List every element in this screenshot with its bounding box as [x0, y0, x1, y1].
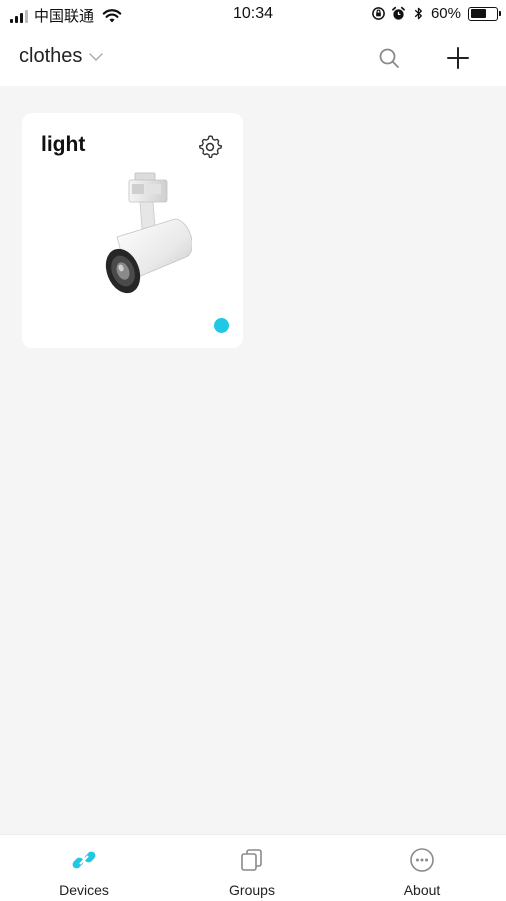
plus-icon	[447, 47, 469, 69]
battery-fill	[470, 9, 486, 18]
status-bar-right: 60%	[371, 5, 501, 22]
device-name: light	[41, 133, 86, 156]
device-card[interactable]: light	[22, 113, 243, 348]
alarm-icon	[392, 6, 405, 20]
search-button[interactable]	[374, 43, 404, 73]
device-list: light	[0, 86, 506, 834]
tab-about[interactable]: About	[362, 835, 482, 901]
orientation-lock-icon	[372, 7, 385, 20]
status-bar: 中国联通 10:34 60%	[0, 0, 506, 30]
bluetooth-icon	[414, 7, 422, 20]
bottom-tab-bar: Devices Groups About	[0, 834, 506, 900]
add-device-button[interactable]	[443, 43, 473, 73]
online-status-dot	[214, 318, 229, 333]
more-icon	[408, 846, 436, 874]
tab-about-label: About	[403, 882, 441, 898]
device-image	[105, 172, 192, 294]
home-selector[interactable]: clothes	[19, 45, 104, 68]
link-icon	[70, 846, 98, 874]
home-name: clothes	[19, 45, 83, 67]
tab-groups-label: Groups	[229, 882, 275, 898]
battery-percent: 60%	[430, 5, 461, 22]
tab-devices[interactable]: Devices	[24, 835, 144, 901]
search-icon	[379, 48, 399, 68]
device-settings-button[interactable]	[196, 133, 224, 161]
top-header: clothes	[0, 30, 506, 86]
groups-icon	[238, 846, 266, 874]
battery-icon	[468, 6, 501, 21]
tab-devices-label: Devices	[59, 882, 109, 898]
settings-gear-icon	[198, 135, 223, 159]
tab-groups[interactable]: Groups	[192, 835, 312, 901]
chevron-down-icon	[89, 52, 104, 61]
